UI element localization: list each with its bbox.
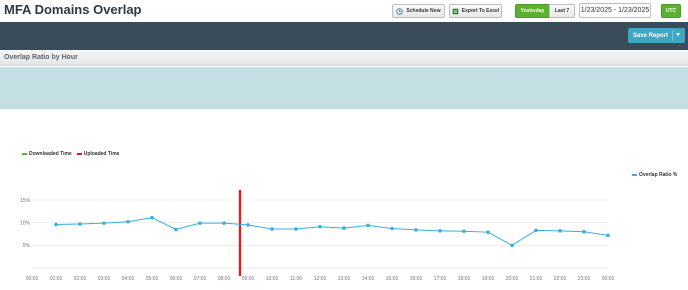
- data-point: [414, 228, 418, 232]
- y-tick-label: 10%: [20, 220, 31, 226]
- section-header: Overlap Ratio by Hour: [0, 51, 688, 66]
- x-tick-label: 13:00: [338, 276, 351, 282]
- data-point: [102, 221, 106, 225]
- series-line: [55, 217, 609, 246]
- utc-button[interactable]: UTC: [661, 4, 681, 18]
- schedule-now-label: Schedule Now: [406, 8, 441, 14]
- x-tick-label: 20:00: [506, 276, 519, 282]
- report-toolbar: [0, 22, 688, 50]
- overlap-ratio-chart: 15% 10% 5% 00:00 01:00 02:00 03:00 04:00 05:00 06…: [20, 190, 615, 282]
- save-report-divider: [672, 30, 673, 41]
- x-tick-label: 14:00: [362, 276, 375, 282]
- x-tick-label: 18:00: [458, 276, 471, 282]
- data-point: [126, 219, 130, 224]
- x-tick-label: 11:00: [290, 276, 302, 282]
- x-tick-label: 00:00: [602, 276, 615, 282]
- export-to-excel-label: Export To Excel: [461, 8, 500, 14]
- data-point: [558, 229, 562, 233]
- x-tick-label: 01:00: [50, 276, 63, 282]
- data-point: [582, 229, 586, 234]
- data-point: [54, 222, 58, 227]
- x-tick-label: 19:00: [482, 276, 495, 282]
- top-bar: MFA Domains Overlap Schedule Now Export …: [0, 0, 688, 22]
- legend-overlap-swatch: [632, 174, 637, 176]
- last-7-button[interactable]: Last 7: [549, 4, 575, 18]
- x-tick-label: 23:00: [578, 276, 591, 282]
- legend-overlap-label: Overlap Ratio %: [639, 172, 678, 178]
- data-point: [606, 233, 610, 238]
- legend-top: Downloaded Time Uploaded Time: [22, 151, 124, 157]
- save-report-label: Save Report: [633, 32, 669, 39]
- x-tick-label: 04:00: [122, 276, 135, 282]
- legend-downloaded-label: Downloaded Time: [29, 151, 72, 157]
- x-tick-label: 22:00: [554, 276, 567, 282]
- x-tick-label: 05:00: [146, 276, 159, 282]
- x-tick-label: 06:00: [170, 276, 183, 282]
- data-point: [150, 215, 154, 220]
- x-tick-label: 02:00: [74, 276, 87, 282]
- data-point: [366, 223, 370, 228]
- x-tick-label: 08:00: [218, 276, 231, 282]
- legend-downloaded-swatch: [22, 153, 27, 155]
- page-title: MFA Domains Overlap: [4, 2, 142, 17]
- data-point: [318, 224, 322, 229]
- x-tick-label: 00:00: [26, 276, 39, 282]
- x-tick-label: 10:00: [266, 276, 279, 282]
- legend-overlap[interactable]: Overlap Ratio %: [632, 172, 677, 178]
- date-range-picker[interactable]: 1/23/2025 - 1/23/2025: [579, 3, 651, 18]
- save-report-button[interactable]: Save Report: [628, 28, 685, 43]
- data-point: [78, 222, 82, 226]
- section-title: Overlap Ratio by Hour: [4, 54, 78, 61]
- x-tick-label: 15:00: [386, 276, 399, 282]
- y-tick-label: 5%: [23, 243, 31, 249]
- x-tick-label: 09:00: [242, 276, 255, 282]
- legend-downloaded[interactable]: Downloaded Time: [22, 151, 72, 157]
- yesterday-button[interactable]: Yesterday: [515, 4, 550, 18]
- y-tick-label: 15%: [20, 198, 31, 204]
- legend-uploaded-label: Uploaded Time: [83, 151, 120, 157]
- data-point: [222, 221, 226, 225]
- data-point: [462, 229, 466, 234]
- data-point: [246, 223, 250, 227]
- x-tick-label: 16:00: [410, 276, 423, 282]
- x-tick-label: 12:00: [314, 276, 327, 282]
- export-to-excel-button[interactable]: Export To Excel: [449, 4, 502, 18]
- schedule-now-button[interactable]: Schedule Now: [392, 4, 445, 18]
- clock-icon: [396, 7, 404, 15]
- legend-uploaded[interactable]: Uploaded Time: [76, 151, 120, 157]
- data-point: [438, 229, 442, 233]
- data-point: [534, 228, 538, 233]
- x-tick-label: 21:00: [530, 276, 543, 282]
- chevron-down-icon[interactable]: [676, 33, 680, 36]
- x-tick-label: 03:00: [98, 276, 111, 282]
- data-point: [342, 226, 346, 230]
- legend-uploaded-swatch: [76, 153, 82, 155]
- data-point: [198, 221, 202, 225]
- data-point: [294, 227, 298, 231]
- x-tick-label: 07:00: [194, 276, 207, 282]
- data-point: [390, 226, 394, 231]
- filter-band: [0, 67, 688, 109]
- data-point: [174, 227, 178, 232]
- x-tick-label: 17:00: [434, 276, 447, 282]
- excel-icon: [452, 8, 459, 14]
- data-point: [270, 227, 274, 231]
- data-point: [510, 243, 514, 248]
- data-point: [486, 230, 490, 234]
